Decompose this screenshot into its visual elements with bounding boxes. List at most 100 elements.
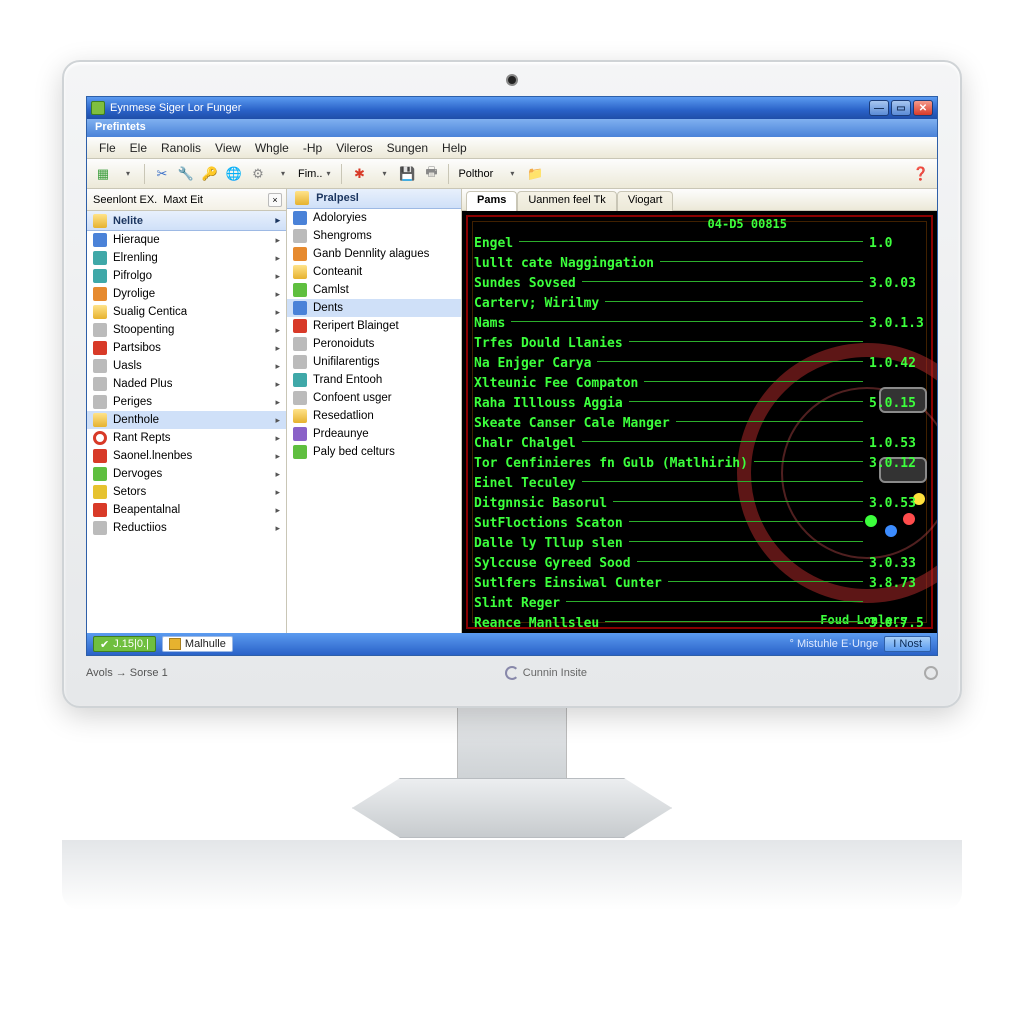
tree-item-label: Reductiios — [113, 522, 167, 534]
row-line — [637, 561, 863, 562]
menu-item[interactable]: Whgle — [249, 139, 295, 157]
item-icon — [293, 247, 307, 261]
toolbar-folder-icon[interactable]: 📁 — [525, 164, 545, 184]
menu-item[interactable]: Sungen — [381, 139, 434, 157]
tree-item[interactable]: Dervoges▸ — [87, 465, 286, 483]
tree-item[interactable]: Partsibos▸ — [87, 339, 286, 357]
tree-item[interactable]: Hieraque▸ — [87, 231, 286, 249]
tree-item[interactable]: Rant Repts▸ — [87, 429, 286, 447]
tree-item[interactable]: Dyrolige▸ — [87, 285, 286, 303]
toolbar-help-icon[interactable]: ❓ — [911, 164, 931, 184]
row-label: Skeate Canser Cale Manger — [474, 416, 670, 431]
toolbar-star-dropdown-icon[interactable] — [373, 164, 393, 184]
menu-item[interactable]: View — [209, 139, 247, 157]
list-item[interactable]: Ganb Dennlity alagues — [287, 245, 461, 263]
item-icon — [93, 359, 107, 373]
close-button[interactable]: ✕ — [913, 100, 933, 116]
item-icon — [93, 431, 107, 445]
tree-item[interactable]: Setors▸ — [87, 483, 286, 501]
status-pill-label: J.15|0.| — [113, 638, 149, 650]
chevron-right-icon: ▸ — [275, 271, 280, 282]
tree-item[interactable]: Stoopenting▸ — [87, 321, 286, 339]
toolbar-print-icon[interactable]: 🖶 — [421, 164, 441, 184]
folder-icon — [93, 214, 107, 228]
tree-item-label: Naded Plus — [113, 378, 172, 390]
menu-item[interactable]: Fle — [93, 139, 122, 157]
status-field[interactable]: Malhulle — [162, 636, 233, 652]
toolbar-fim-dropdown[interactable]: Fim.. — [296, 168, 334, 180]
minimize-button[interactable]: — — [869, 100, 889, 116]
list-item[interactable]: Unifilarentigs — [287, 353, 461, 371]
menu-item[interactable]: Ele — [124, 139, 153, 157]
row-label: Xlteunic Fee Compaton — [474, 376, 638, 391]
toolbar-cut-icon[interactable]: ✂ — [152, 164, 172, 184]
toolbar-gear-icon[interactable]: ⚙ — [248, 164, 268, 184]
toolbar-new-icon[interactable]: ▦ — [93, 164, 113, 184]
data-row: Xlteunic Fee Compaton — [474, 373, 925, 393]
status-button[interactable]: I Nost — [884, 636, 931, 652]
tree-item[interactable]: Reductiios▸ — [87, 519, 286, 537]
toolbar-dropdown-icon[interactable] — [117, 164, 137, 184]
tree-heading[interactable]: Nelite ▸ — [87, 211, 286, 231]
item-icon — [293, 229, 307, 243]
tab[interactable]: Pams — [466, 191, 517, 211]
tree-item[interactable]: Pifrolgo▸ — [87, 267, 286, 285]
list-item[interactable]: Prdeaunye — [287, 425, 461, 443]
toolbar-gear-dropdown-icon[interactable] — [272, 164, 292, 184]
row-line — [597, 361, 863, 362]
list-item[interactable]: Dents — [287, 299, 461, 317]
tree-item-label: Dervoges — [113, 468, 162, 480]
menu-item[interactable]: Ranolis — [155, 139, 207, 157]
tree-item[interactable]: Elrenling▸ — [87, 249, 286, 267]
tree-item-label: Denthole — [113, 414, 159, 426]
power-icon[interactable] — [924, 666, 938, 680]
maximize-button[interactable]: ▭ — [891, 100, 911, 116]
toolbar-wrench-icon[interactable]: 🔧 — [176, 164, 196, 184]
row-line — [629, 521, 863, 522]
tree-item[interactable]: Naded Plus▸ — [87, 375, 286, 393]
toolbar-key-icon[interactable]: 🔑 — [200, 164, 220, 184]
row-label: lullt cate Naggingation — [474, 256, 654, 271]
menu-item[interactable]: Help — [436, 139, 473, 157]
toolbar-star-icon[interactable]: ✱ — [349, 164, 369, 184]
toolbar-polthor-dropdown-icon[interactable] — [501, 164, 521, 184]
item-icon — [93, 485, 107, 499]
status-link[interactable]: ° Mistuhle E·Unge — [789, 638, 878, 650]
list-item[interactable]: Adoloryies — [287, 209, 461, 227]
tab[interactable]: Uanmen feel Tk — [517, 191, 616, 211]
list-item[interactable]: Reripert Blainget — [287, 317, 461, 335]
tree-item[interactable]: Beapentalnal▸ — [87, 501, 286, 519]
row-line — [605, 621, 863, 622]
chevron-right-icon: ▸ — [275, 415, 280, 426]
tree-item[interactable]: Denthole ▸ — [87, 411, 286, 429]
item-icon — [93, 377, 107, 391]
tree-item[interactable]: Saonel.lnenbes▸ — [87, 447, 286, 465]
list-item[interactable]: Shengroms — [287, 227, 461, 245]
row-label: Tor Cenfinieres fn Gulb (Matlhirih) — [474, 456, 748, 471]
list-item[interactable]: Conteanit — [287, 263, 461, 281]
data-row: Nams3.0.1.3 — [474, 313, 925, 333]
tree-item[interactable]: Periges▸ — [87, 393, 286, 411]
toolbar: ▦ ✂ 🔧 🔑 🌐 ⚙ Fim.. ✱ 💾 🖶 Polthor 📁 — [87, 159, 937, 189]
menu-item[interactable]: Vileros — [330, 139, 378, 157]
row-value: 1.0.53 — [869, 436, 925, 451]
toolbar-globe-icon[interactable]: 🌐 — [224, 164, 244, 184]
panel-date: 04-D5 00815 — [708, 217, 787, 231]
status-pill[interactable]: ✔ J.15|0.| — [93, 636, 156, 652]
list-item[interactable]: Paly bed celturs — [287, 443, 461, 461]
search-clear-icon[interactable]: × — [268, 193, 282, 207]
list-item[interactable]: Camlst — [287, 281, 461, 299]
menu-item[interactable]: -Hp — [297, 139, 328, 157]
list-item[interactable]: Trand Entooh — [287, 371, 461, 389]
list-item[interactable]: Confoent usger — [287, 389, 461, 407]
toolbar-polthor-label[interactable]: Polthor — [456, 168, 497, 180]
tree-item[interactable]: Sualig Centica▸ — [87, 303, 286, 321]
search-row: Seenlont EX. Maxt Eit × — [87, 189, 286, 211]
tree-item[interactable]: Uasls▸ — [87, 357, 286, 375]
toolbar-save-icon[interactable]: 💾 — [397, 164, 417, 184]
list-item[interactable]: Peronoiduts — [287, 335, 461, 353]
tree-item-label: Rant Repts — [113, 432, 171, 444]
list-item[interactable]: Resedatlion — [287, 407, 461, 425]
tab[interactable]: Viogart — [617, 191, 674, 211]
list-item-label: Paly bed celturs — [313, 446, 395, 458]
